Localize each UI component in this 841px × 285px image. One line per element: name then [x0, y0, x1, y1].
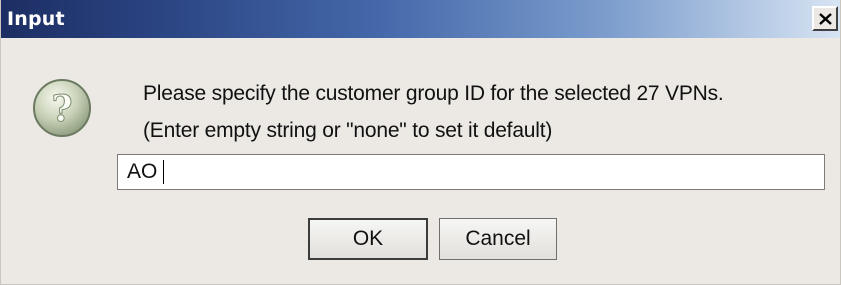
- close-button[interactable]: [812, 6, 838, 31]
- dialog-title: Input: [7, 8, 65, 30]
- title-bar[interactable]: Input: [1, 0, 840, 38]
- customer-group-id-input[interactable]: [117, 154, 825, 190]
- message-line-2: (Enter empty string or "none" to set it …: [143, 119, 553, 142]
- svg-text:?: ?: [51, 88, 72, 130]
- message-line-1: Please specify the customer group ID for…: [143, 82, 724, 105]
- input-dialog: Input ? Please specify the customer grou…: [0, 0, 841, 285]
- close-icon: [819, 13, 832, 25]
- ok-button[interactable]: OK: [308, 218, 428, 260]
- question-icon: ?: [33, 79, 91, 137]
- text-caret: [163, 160, 164, 184]
- cancel-button[interactable]: Cancel: [439, 218, 557, 260]
